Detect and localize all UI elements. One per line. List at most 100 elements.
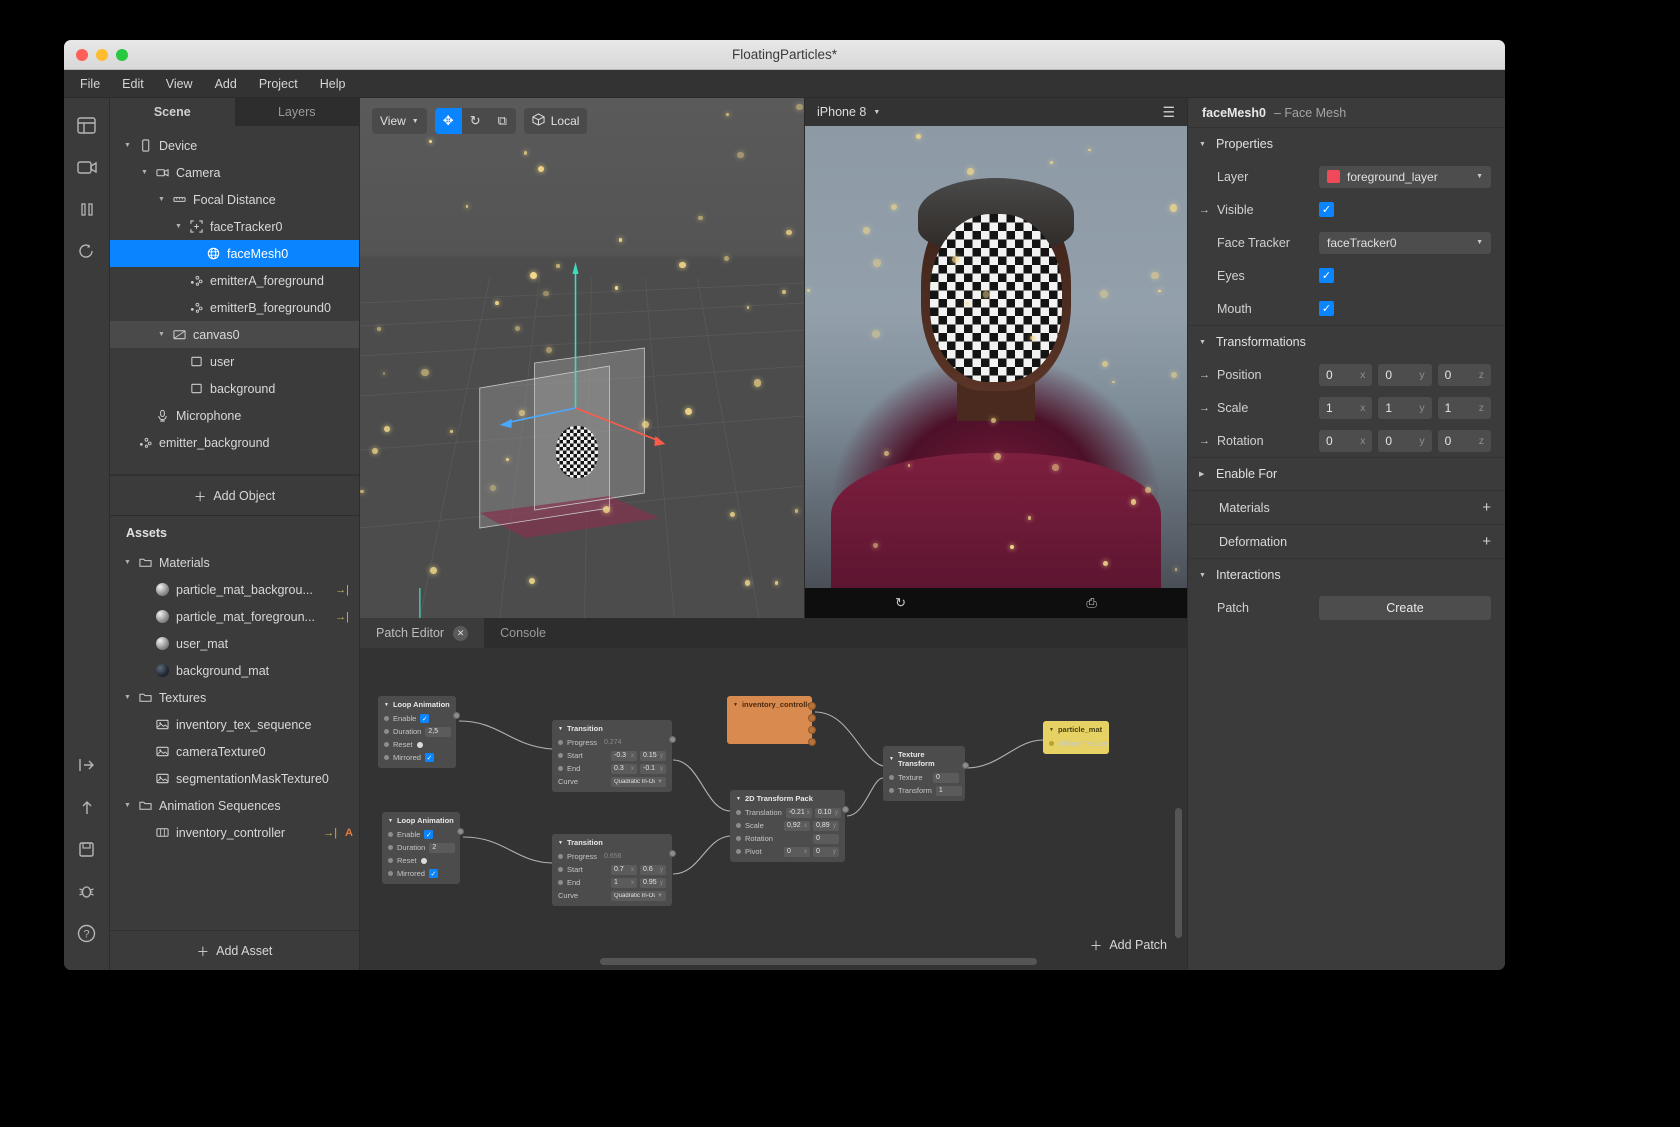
node-output-port[interactable] xyxy=(808,738,816,746)
visible-checkbox[interactable]: ✓ xyxy=(1319,202,1334,217)
node-input-port[interactable] xyxy=(889,775,894,780)
node-checkbox[interactable]: ✓ xyxy=(424,830,433,839)
device-selector[interactable]: iPhone 8 ▼ xyxy=(817,105,880,119)
node-input-port[interactable] xyxy=(558,867,563,872)
node-output-port[interactable] xyxy=(808,726,816,734)
node-value-field-y[interactable]: 0.15y xyxy=(640,751,666,761)
position-y-input[interactable]: 0y xyxy=(1378,364,1431,386)
node-value-field[interactable]: 0 xyxy=(933,773,959,783)
patch-canvas[interactable]: ▼Loop AnimationEnable✓Duration2,5ResetMi… xyxy=(360,648,1187,970)
disclosure-triangle-icon[interactable]: ▼ xyxy=(158,196,170,203)
viewport-face-mesh[interactable] xyxy=(556,426,598,478)
view-dropdown[interactable]: View ▼ xyxy=(372,108,427,134)
node-output-port[interactable] xyxy=(808,702,816,710)
node-value-field-x[interactable]: 1x xyxy=(611,878,637,888)
asset-particle-mat-foregroun---[interactable]: ▼particle_mat_foregroun...→| xyxy=(110,603,359,630)
node-value-field[interactable]: 2,5 xyxy=(425,727,451,737)
patch-arrow-icon[interactable]: → xyxy=(1199,369,1211,381)
node-output-port[interactable] xyxy=(842,806,849,813)
deformation-section[interactable]: Deformation + xyxy=(1188,524,1505,558)
patch-node-loop-animation[interactable]: ▼Loop AnimationEnable✓Duration2,5ResetMi… xyxy=(378,696,456,768)
face-tracker-select[interactable]: faceTracker0 ▼ xyxy=(1319,232,1491,254)
scene-node-camera[interactable]: ▼Camera xyxy=(110,159,359,186)
patch-horizontal-scrollbar[interactable] xyxy=(600,958,1037,965)
disclosure-triangle-icon[interactable]: ▼ xyxy=(124,559,136,566)
node-output-port[interactable] xyxy=(669,736,676,743)
node-input-port[interactable] xyxy=(558,766,563,771)
node-input-port[interactable] xyxy=(558,740,563,745)
node-collapse-icon[interactable]: ▼ xyxy=(1049,727,1054,733)
layer-select[interactable]: foreground_layer ▼ xyxy=(1319,166,1491,188)
patch-node-loop-animation[interactable]: ▼Loop AnimationEnable✓Duration2ResetMirr… xyxy=(382,812,460,884)
node-input-port[interactable] xyxy=(736,836,741,841)
patch-node-inventory-controller[interactable]: ▼inventory_controller xyxy=(727,696,812,744)
add-patch-button[interactable]: ＋ Add Patch xyxy=(1090,935,1167,954)
eyes-checkbox[interactable]: ✓ xyxy=(1319,268,1334,283)
enable-for-section-header[interactable]: ▶ Enable For xyxy=(1188,458,1505,490)
node-checkbox[interactable]: ✓ xyxy=(425,753,434,762)
menu-help[interactable]: Help xyxy=(320,77,346,91)
patch-node-transition[interactable]: ▼TransitionProgress0.274Start-0.3x0.15yE… xyxy=(552,720,672,792)
rotate-tool-icon[interactable]: ↻ xyxy=(462,108,489,134)
position-z-input[interactable]: 0z xyxy=(1438,364,1491,386)
menu-edit[interactable]: Edit xyxy=(122,77,144,91)
asset-textures[interactable]: ▼Textures xyxy=(110,684,359,711)
scale-z-input[interactable]: 1z xyxy=(1438,397,1491,419)
node-select[interactable]: Quadratic In-Out▼ xyxy=(611,891,666,901)
node-value-field-y[interactable]: -0.1y xyxy=(640,764,666,774)
scale-x-input[interactable]: 1x xyxy=(1319,397,1372,419)
asset-patch-arrow-icon[interactable]: →| xyxy=(335,611,353,623)
node-pulse-dot[interactable] xyxy=(417,742,423,748)
node-input-port[interactable] xyxy=(558,753,563,758)
node-value-field-x[interactable]: -0.21x xyxy=(786,808,812,818)
scale-y-input[interactable]: 1y xyxy=(1378,397,1431,419)
pause-icon[interactable] xyxy=(74,196,100,222)
node-input-port[interactable] xyxy=(384,755,389,760)
node-input-port[interactable] xyxy=(388,871,393,876)
menu-file[interactable]: File xyxy=(80,77,100,91)
node-value-field-x[interactable]: 0.7x xyxy=(611,865,637,875)
menu-view[interactable]: View xyxy=(166,77,193,91)
node-collapse-icon[interactable]: ▼ xyxy=(736,796,741,802)
node-input-port[interactable] xyxy=(384,742,389,747)
node-pulse-dot[interactable] xyxy=(421,858,427,864)
node-value-field[interactable]: 1 xyxy=(936,786,962,796)
rotation-x-input[interactable]: 0x xyxy=(1319,430,1372,452)
position-x-input[interactable]: 0x xyxy=(1319,364,1372,386)
preview-canvas[interactable] xyxy=(805,126,1187,588)
node-input-port[interactable] xyxy=(388,845,393,850)
close-icon[interactable]: ✕ xyxy=(453,626,468,641)
asset-animation-sequences[interactable]: ▼Animation Sequences xyxy=(110,792,359,819)
node-value-field[interactable]: 2 xyxy=(429,843,455,853)
node-output-port[interactable] xyxy=(453,712,460,719)
asset-patch-arrow-icon[interactable]: →| xyxy=(323,827,341,839)
node-input-port[interactable] xyxy=(388,858,393,863)
scene-node-user[interactable]: ▼user xyxy=(110,348,359,375)
scene-node-facetracker0[interactable]: ▼faceTracker0 xyxy=(110,213,359,240)
scene-node-canvas0[interactable]: ▼canvas0 xyxy=(110,321,359,348)
node-output-port[interactable] xyxy=(962,762,969,769)
asset-segmentationmasktexture0[interactable]: ▼segmentationMaskTexture0 xyxy=(110,765,359,792)
import-icon[interactable] xyxy=(74,752,100,778)
node-input-port[interactable] xyxy=(558,880,563,885)
properties-section-header[interactable]: ▼ Properties xyxy=(1188,128,1505,160)
add-asset-button[interactable]: ＋ Add Asset xyxy=(110,930,359,970)
asset-background-mat[interactable]: ▼background_mat xyxy=(110,657,359,684)
node-value-field-y[interactable]: 0,89y xyxy=(813,821,839,831)
node-value-field-y[interactable]: 0.95y xyxy=(640,878,666,888)
node-collapse-icon[interactable]: ▼ xyxy=(558,726,563,732)
menu-project[interactable]: Project xyxy=(259,77,298,91)
help-icon[interactable]: ? xyxy=(74,920,100,946)
node-input-port[interactable] xyxy=(384,716,389,721)
scale-fields[interactable]: 1x 1y 1z xyxy=(1319,397,1491,419)
asset-materials[interactable]: ▼Materials xyxy=(110,549,359,576)
patch-node-particle-mat[interactable]: ▼particle_matDiffuse Texture xyxy=(1043,721,1109,754)
node-checkbox[interactable]: ✓ xyxy=(420,714,429,723)
node-output-port[interactable] xyxy=(669,850,676,857)
scene-node-emittera-foreground[interactable]: ▼emitterA_foreground xyxy=(110,267,359,294)
scene-node-device[interactable]: ▼Device xyxy=(110,132,359,159)
node-input-port[interactable] xyxy=(736,823,741,828)
node-input-port[interactable] xyxy=(384,729,389,734)
node-input-port[interactable] xyxy=(889,788,894,793)
node-output-port[interactable] xyxy=(808,714,816,722)
